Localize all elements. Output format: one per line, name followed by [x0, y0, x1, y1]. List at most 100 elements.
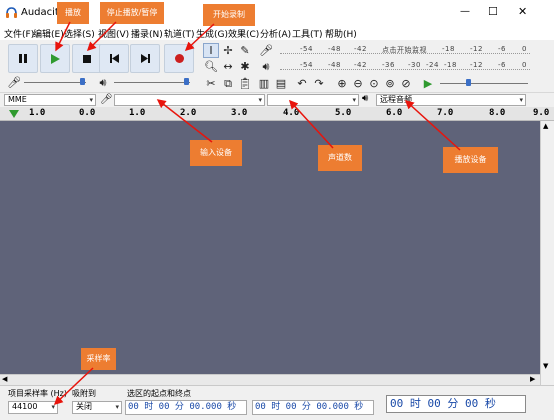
play-meter-tick: -12 [470, 61, 483, 69]
maximize-button[interactable]: ☐ [488, 5, 498, 18]
zoom-out-icon[interactable]: ⊖ [350, 76, 366, 91]
menu-tracks[interactable]: 轨道(T) [164, 27, 195, 40]
minimize-button[interactable]: — [460, 6, 470, 17]
play-button[interactable] [40, 44, 70, 73]
menu-view[interactable]: 视图(V) [98, 27, 129, 40]
callout-playback-device: 播放设备 [443, 147, 498, 173]
play-meter-tick: -54 [300, 61, 313, 69]
record-icon [174, 54, 184, 63]
silence-icon[interactable]: ▤ [273, 76, 289, 91]
snap-to-value: 关闭 [76, 402, 92, 411]
timeline-ruler[interactable]: 1.0 0.0 1.0 2.0 3.0 4.0 5.0 6.0 7.0 8.0 … [0, 107, 554, 121]
mic-volume-icon: 🎤︎ [6, 75, 22, 90]
close-button[interactable]: ✕ [518, 5, 527, 18]
output-device-select[interactable]: 远程音频 ▾ [376, 94, 526, 106]
play-volume-slider[interactable] [114, 82, 190, 83]
paste-icon[interactable]: 📋︎ [237, 76, 253, 91]
selection-end-value: 00 时 00 分 00.000 秒 [255, 402, 364, 412]
record-button[interactable] [164, 44, 194, 73]
zoom-tool[interactable]: 🔍︎ [203, 59, 219, 74]
horizontal-scrollbar[interactable]: ◀ ▶ [0, 374, 540, 385]
audio-position-time[interactable]: 00 时 00 分 00 秒 [386, 395, 526, 413]
device-toolbar: MME ▾ 🎤︎ ▾ ▾ 🔊︎ 远程音频 ▾ [0, 92, 554, 107]
selection-tool[interactable]: I [203, 43, 219, 58]
ruler-tick: 8.0 [489, 108, 506, 118]
fit-project-icon[interactable]: ⊚ [382, 76, 398, 91]
cut-icon[interactable]: ✂ [203, 76, 219, 91]
play-speed-thumb[interactable] [466, 79, 471, 86]
scroll-right-icon[interactable]: ▶ [530, 375, 535, 383]
monitor-hint[interactable]: 点击开始监视 [382, 45, 427, 55]
input-device-select[interactable]: ▾ [114, 94, 265, 106]
play-speed-slider[interactable] [440, 83, 528, 84]
menu-effect[interactable]: 效果(C) [228, 27, 259, 40]
menu-select[interactable]: 选择(S) [64, 27, 95, 40]
play-meter-tick: -36 [382, 61, 395, 69]
stop-button[interactable] [72, 44, 102, 73]
record-meter-tick: -6 [498, 45, 506, 53]
undo-icon[interactable]: ↶ [294, 76, 310, 91]
ruler-tick: 6.0 [386, 108, 403, 118]
play-meter-tick: -24 [426, 61, 439, 69]
pause-button[interactable] [8, 44, 38, 73]
zoom-toggle-icon[interactable]: ⊘ [398, 76, 414, 91]
play-head-icon[interactable] [9, 109, 19, 119]
callout-input-device: 输入设备 [190, 140, 242, 166]
callout-channels: 声道数 [318, 145, 362, 171]
menu-transport[interactable]: 播录(N) [131, 27, 163, 40]
copy-icon[interactable]: ⧉ [220, 76, 236, 91]
mic-meter-icon[interactable]: 🎤︎ [258, 43, 274, 58]
ruler-tick: 2.0 [180, 108, 197, 118]
output-device-value: 远程音频 [380, 95, 412, 104]
ruler-tick: 5.0 [335, 108, 352, 118]
trim-icon[interactable]: ▥ [256, 76, 272, 91]
play-meter-tick: -48 [328, 61, 341, 69]
ruler-tick: 7.0 [437, 108, 454, 118]
vertical-scrollbar[interactable]: ▲ ▼ [540, 121, 554, 385]
record-volume-thumb[interactable] [80, 78, 85, 85]
skip-start-icon [109, 54, 119, 63]
input-channels-select[interactable]: ▾ [267, 94, 359, 106]
scroll-down-icon[interactable]: ▼ [543, 362, 548, 370]
scroll-left-icon[interactable]: ◀ [2, 375, 7, 383]
multi-tool[interactable]: ✱ [237, 59, 253, 74]
envelope-tool[interactable]: ✢ [220, 43, 236, 58]
snap-to-label: 吸附到 [72, 389, 96, 398]
skip-start-button[interactable] [99, 44, 129, 73]
speaker-meter-icon[interactable]: 🔊︎ [258, 59, 274, 74]
audio-host-value: MME [8, 95, 27, 104]
mic-device-icon: 🎤︎ [100, 94, 113, 105]
fit-selection-icon[interactable]: ⊙ [366, 76, 382, 91]
play-meter-tick: -18 [444, 61, 457, 69]
speaker-volume-icon: 🔊︎ [95, 75, 111, 90]
skip-end-button[interactable] [130, 44, 160, 73]
selection-end-time[interactable]: 00 时 00 分 00.000 秒 [252, 400, 374, 415]
record-meter-tick: -18 [442, 45, 455, 53]
ruler-tick: 0.0 [79, 108, 96, 118]
redo-icon[interactable]: ↷ [311, 76, 327, 91]
menu-edit[interactable]: 编辑(E) [33, 27, 64, 40]
menu-help[interactable]: 帮助(H) [325, 27, 357, 40]
zoom-in-icon[interactable]: ⊕ [334, 76, 350, 91]
play-at-speed-button[interactable]: ▶ [420, 76, 436, 91]
record-volume-slider[interactable] [24, 82, 86, 83]
record-meter-tick: -54 [300, 45, 313, 53]
menu-file[interactable]: 文件(F) [4, 27, 34, 40]
menu-bar: 文件(F) 编辑(E) 选择(S) 视图(V) 播录(N) 轨道(T) 生成(G… [0, 26, 554, 40]
snap-to-select[interactable]: 关闭 ▾ [72, 401, 122, 414]
project-rate-select[interactable]: 44100 ▾ [8, 401, 58, 414]
play-meter-tick: -6 [498, 61, 506, 69]
menu-generate[interactable]: 生成(G) [196, 27, 228, 40]
play-volume-thumb[interactable] [184, 78, 189, 85]
selection-start-time[interactable]: 00 时 00 分 00.000 秒 [125, 400, 247, 415]
play-meter[interactable] [280, 69, 530, 70]
ruler-tick: 1.0 [29, 108, 46, 118]
menu-analyze[interactable]: 分析(A) [260, 27, 291, 40]
scroll-up-icon[interactable]: ▲ [543, 122, 548, 130]
app-logo-icon [5, 6, 18, 19]
record-meter-tick: -12 [470, 45, 483, 53]
audio-host-select[interactable]: MME ▾ [4, 94, 96, 106]
menu-tools[interactable]: 工具(T) [292, 27, 323, 40]
timeshift-tool[interactable]: ↔ [220, 59, 236, 74]
draw-tool[interactable]: ✎ [237, 43, 253, 58]
